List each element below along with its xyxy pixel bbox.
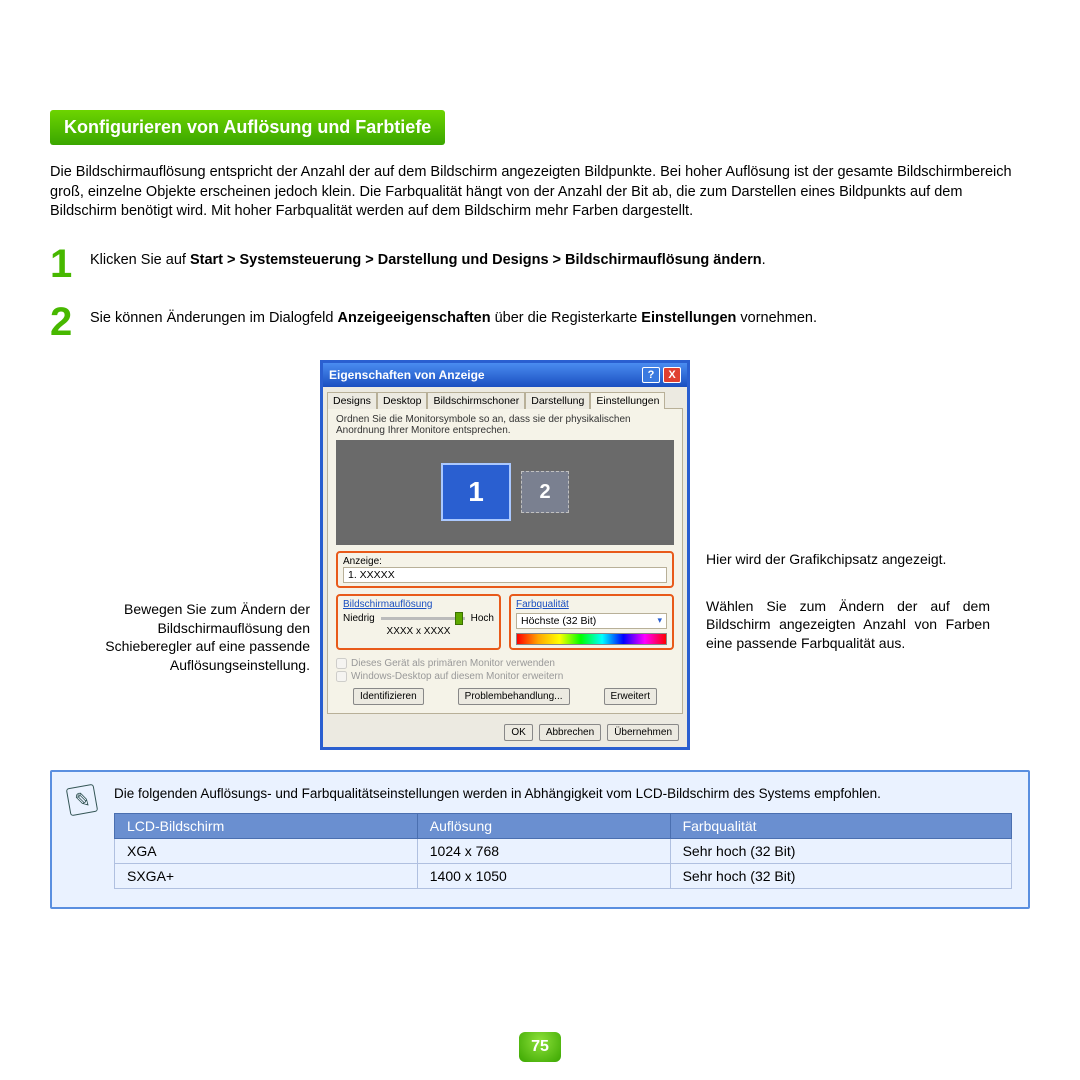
resolution-value: XXXX x XXXX xyxy=(343,626,494,637)
step-1-text: Klicken Sie auf Start > Systemsteuerung … xyxy=(90,244,766,284)
display-label: Anzeige: xyxy=(343,556,667,567)
monitor-arrange-hint: Ordnen Sie die Monitorsymbole so an, das… xyxy=(336,414,674,436)
identify-button[interactable]: Identifizieren xyxy=(353,688,424,705)
extend-desktop-checkbox[interactable]: Windows-Desktop auf diesem Monitor erwei… xyxy=(336,671,674,682)
monitor-2-icon[interactable]: 2 xyxy=(521,471,569,513)
resolution-high-label: Hoch xyxy=(471,613,494,624)
tab-designs[interactable]: Designs xyxy=(327,392,377,409)
chevron-down-icon: ▾ xyxy=(657,615,662,627)
table-header-colorquality: Farbqualität xyxy=(670,813,1011,838)
callout-graphics-chipset: Hier wird der Grafikchipsatz angezeigt. xyxy=(706,550,990,569)
help-button[interactable]: ? xyxy=(642,367,660,383)
page-number: 75 xyxy=(519,1032,561,1062)
resolution-label: Bildschirmauflösung xyxy=(343,599,494,610)
intro-paragraph: Die Bildschirmauflösung entspricht der A… xyxy=(50,163,1030,222)
advanced-button[interactable]: Erweitert xyxy=(604,688,657,705)
note-icon: ✎ xyxy=(66,783,98,815)
step-2-number: 2 xyxy=(50,302,90,342)
resolution-table: LCD-Bildschirm Auflösung Farbqualität XG… xyxy=(114,813,1012,889)
display-properties-dialog: Eigenschaften von Anzeige ? X Designs De… xyxy=(320,360,690,750)
callout-resolution-slider: Bewegen Sie zum Ändern der Bildschirmauf… xyxy=(90,600,320,676)
troubleshoot-button[interactable]: Problembehandlung... xyxy=(458,688,570,705)
primary-monitor-checkbox[interactable]: Dieses Gerät als primären Monitor verwen… xyxy=(336,658,674,669)
step-2-text: Sie können Änderungen im Dialogfeld Anze… xyxy=(90,302,817,342)
close-button[interactable]: X xyxy=(663,367,681,383)
recommendation-note: ✎ Die folgenden Auflösungs- und Farbqual… xyxy=(50,770,1030,909)
table-row: SXGA+ 1400 x 1050 Sehr hoch (32 Bit) xyxy=(115,863,1012,888)
table-header-lcd: LCD-Bildschirm xyxy=(115,813,418,838)
tab-screensaver[interactable]: Bildschirmschoner xyxy=(427,392,525,409)
step-1-number: 1 xyxy=(50,244,90,284)
step-2: 2 Sie können Änderungen im Dialogfeld An… xyxy=(50,302,1030,342)
tab-settings[interactable]: Einstellungen xyxy=(590,392,665,409)
color-quality-dropdown[interactable]: Höchste (32 Bit)▾ xyxy=(516,613,667,629)
resolution-slider[interactable] xyxy=(381,617,465,620)
table-row: XGA 1024 x 768 Sehr hoch (32 Bit) xyxy=(115,838,1012,863)
tab-body: Ordnen Sie die Monitorsymbole so an, das… xyxy=(327,408,683,714)
ok-button[interactable]: OK xyxy=(504,724,532,741)
display-selector-group: Anzeige: 1. XXXXX xyxy=(336,551,674,588)
resolution-group: Bildschirmauflösung Niedrig Hoch XXXX x … xyxy=(336,594,501,650)
tab-desktop[interactable]: Desktop xyxy=(377,392,428,409)
resolution-low-label: Niedrig xyxy=(343,613,375,624)
section-heading: Konfigurieren von Auflösung und Farbtief… xyxy=(50,110,445,145)
dialog-titlebar: Eigenschaften von Anzeige ? X xyxy=(323,363,687,387)
monitor-preview[interactable]: 1 2 xyxy=(336,440,674,545)
apply-button[interactable]: Übernehmen xyxy=(607,724,679,741)
dialog-tabs: Designs Desktop Bildschirmschoner Darste… xyxy=(323,387,687,408)
step-1: 1 Klicken Sie auf Start > Systemsteuerun… xyxy=(50,244,1030,284)
tab-appearance[interactable]: Darstellung xyxy=(525,392,590,409)
color-spectrum-preview xyxy=(516,633,667,645)
monitor-1-icon[interactable]: 1 xyxy=(441,463,511,521)
table-header-resolution: Auflösung xyxy=(417,813,670,838)
color-quality-label: Farbqualität xyxy=(516,599,667,610)
callout-color-quality: Wählen Sie zum Ändern der auf dem Bildsc… xyxy=(706,597,990,654)
display-dropdown[interactable]: 1. XXXXX xyxy=(343,567,667,583)
note-text: Die folgenden Auflösungs- und Farbqualit… xyxy=(114,786,1012,801)
color-quality-group: Farbqualität Höchste (32 Bit)▾ xyxy=(509,594,674,650)
dialog-title: Eigenschaften von Anzeige xyxy=(329,368,639,382)
cancel-button[interactable]: Abbrechen xyxy=(539,724,601,741)
